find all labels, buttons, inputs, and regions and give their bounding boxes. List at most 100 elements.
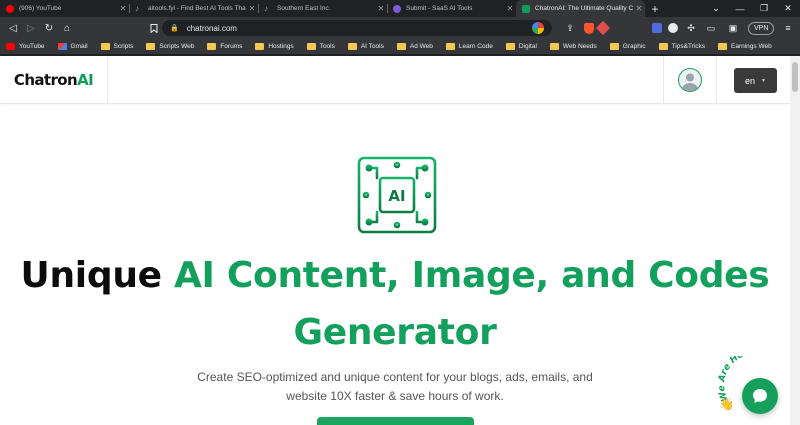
bookmark-label: Tools (319, 43, 335, 50)
folder-icon (549, 43, 559, 50)
tab-chatronai[interactable]: ChatronAI: The Ultimate Quality C ✕ (516, 0, 645, 17)
bookmark-label: Tips&Tricks (671, 43, 705, 50)
bookmark-label: Ad Web (409, 43, 433, 50)
bookmark-gmail[interactable]: Gmail (57, 43, 88, 50)
minimize-icon[interactable]: — (728, 0, 752, 17)
chat-bubble-icon (753, 389, 767, 403)
browser-toolbar: ◁ ▷ ↻ ⌂ 🔒 chatronai.com ⇪ ✣ ▭ ▣ VPN ≡ (0, 17, 800, 39)
logo-text-green: AI (77, 70, 94, 89)
language-select[interactable]: en ▼ (734, 68, 777, 93)
user-icon (681, 73, 699, 91)
bookmark-folder-ai-tools[interactable]: AI Tools (347, 43, 384, 50)
close-icon[interactable]: ✕ (246, 4, 258, 13)
restore-icon[interactable]: ❐ (752, 0, 776, 17)
wallet-icon[interactable]: ▣ (726, 20, 740, 36)
bookmark-label: Graphic (622, 43, 646, 50)
headline-green-part: AI Content, Image, and Codes (174, 255, 770, 296)
aitools-favicon-icon: ♪ (135, 3, 139, 13)
logo-link[interactable]: ChatronAI (0, 56, 108, 103)
bookmark-youtube[interactable]: YouTube (6, 43, 45, 50)
rewards-icon[interactable] (595, 20, 611, 36)
tab-title: ChatronAI: The Ultimate Quality C (535, 5, 633, 12)
chat-widget-button[interactable] (742, 378, 778, 414)
tab-youtube[interactable]: (906) YouTube ✕ (0, 0, 129, 17)
youtube-icon (6, 43, 15, 50)
close-icon[interactable]: ✕ (375, 4, 387, 13)
chip-label: AI (388, 187, 405, 205)
bookmark-folder-tools[interactable]: Tools (306, 43, 335, 50)
bookmark-label: AI Tools (360, 43, 384, 50)
waving-hand-icon: 👋 (719, 397, 734, 411)
reload-button[interactable]: ↻ (40, 17, 58, 39)
bookmark-folder-scripts[interactable]: Scripts (100, 43, 133, 50)
close-icon[interactable]: ✕ (633, 4, 645, 13)
bookmark-label: Scripts Web (159, 43, 195, 50)
user-menu[interactable] (663, 56, 717, 103)
bookmark-folder-tips-tricks[interactable]: Tips&Tricks (658, 43, 705, 50)
bookmark-label: YouTube (19, 43, 45, 50)
bookmark-folder-learn-code[interactable]: Learn Code (445, 43, 493, 50)
saas-favicon-icon (393, 4, 401, 13)
chatronai-favicon-icon (522, 4, 530, 13)
bookmark-label: Learn Code (458, 43, 493, 50)
folder-icon (609, 43, 619, 50)
scrollbar-thumb[interactable] (792, 62, 798, 92)
bookmark-folder-web-needs[interactable]: Web Needs (549, 43, 597, 50)
tab-submit-saas[interactable]: Submit - SaaS AI Tools ✕ (387, 0, 516, 17)
site-logo: ChatronAI (14, 70, 94, 89)
bookmark-folder-hostings[interactable]: Hostings (255, 43, 294, 50)
menu-icon[interactable]: ≡ (782, 20, 794, 36)
gmail-icon (57, 43, 67, 50)
ai-chip-icon: AI (346, 145, 448, 245)
forward-button[interactable]: ▷ (22, 17, 40, 39)
extensions-icon[interactable]: ✣ (684, 20, 698, 36)
new-tab-button[interactable]: + (645, 0, 665, 17)
plus-icon: + (651, 1, 659, 16)
site-header: ChatronAI en ▼ (0, 56, 790, 104)
vpn-button[interactable]: VPN (748, 22, 775, 35)
bookmark-label: Digital (518, 43, 537, 50)
close-icon[interactable]: ✕ (776, 0, 800, 17)
back-button[interactable]: ◁ (4, 17, 22, 39)
bookmark-label: Earnings Web (731, 43, 772, 50)
tab-aitools[interactable]: ♪ aitools.fyi - Find Best AI Tools That … (129, 0, 258, 17)
bookmark-icon (150, 23, 158, 33)
folder-icon (718, 43, 727, 50)
hero-headline-line-1: Unique AI Content, Image, and Codes (0, 255, 790, 296)
share-icon[interactable]: ⇪ (563, 20, 577, 36)
page-scrollbar[interactable] (790, 56, 800, 425)
chevron-down-icon[interactable]: ⌄ (704, 0, 728, 17)
bookmark-label: Gmail (70, 43, 88, 50)
tab-title: (906) YouTube (19, 5, 62, 12)
bookmark-label: Forums (220, 43, 243, 50)
caret-down-icon: ▼ (761, 77, 766, 84)
bookmark-folder-forums[interactable]: Forums (207, 43, 242, 50)
address-bar[interactable]: 🔒 chatronai.com (162, 20, 552, 36)
tab-southern-east[interactable]: ♪ Southern East Inc. ✕ (258, 0, 387, 17)
hero-subtitle: Create SEO-optimized and unique content … (197, 370, 593, 403)
folder-icon (306, 43, 316, 50)
folder-icon (347, 43, 357, 50)
home-button[interactable]: ⌂ (58, 17, 76, 39)
brave-shields-icon[interactable] (582, 20, 596, 36)
close-icon[interactable]: ✕ (117, 4, 129, 13)
google-icon[interactable] (532, 22, 544, 34)
profile-extension-icon[interactable] (666, 20, 680, 36)
puzzle-extension-icon[interactable] (650, 20, 664, 36)
language-value: en (745, 75, 756, 86)
avatar[interactable] (678, 67, 702, 92)
tab-title: aitools.fyi - Find Best AI Tools That Ma (148, 5, 246, 12)
bookmark-folder-graphic[interactable]: Graphic (609, 43, 646, 50)
hero-cta-button[interactable] (317, 417, 474, 425)
bookmark-folder-digital[interactable]: Digital (505, 43, 537, 50)
sidebar-icon[interactable]: ▭ (704, 20, 718, 36)
folder-icon (207, 43, 217, 50)
folder-icon (445, 43, 455, 50)
bookmark-folder-scripts-web[interactable]: Scripts Web (146, 43, 194, 50)
close-icon[interactable]: ✕ (504, 4, 516, 13)
bookmark-folder-ad-web[interactable]: Ad Web (396, 43, 433, 50)
lock-icon: 🔒 (170, 25, 179, 32)
folder-icon (255, 43, 265, 50)
bookmark-page-button[interactable] (145, 17, 163, 39)
bookmark-folder-earnings-web[interactable]: Earnings Web (718, 43, 772, 50)
